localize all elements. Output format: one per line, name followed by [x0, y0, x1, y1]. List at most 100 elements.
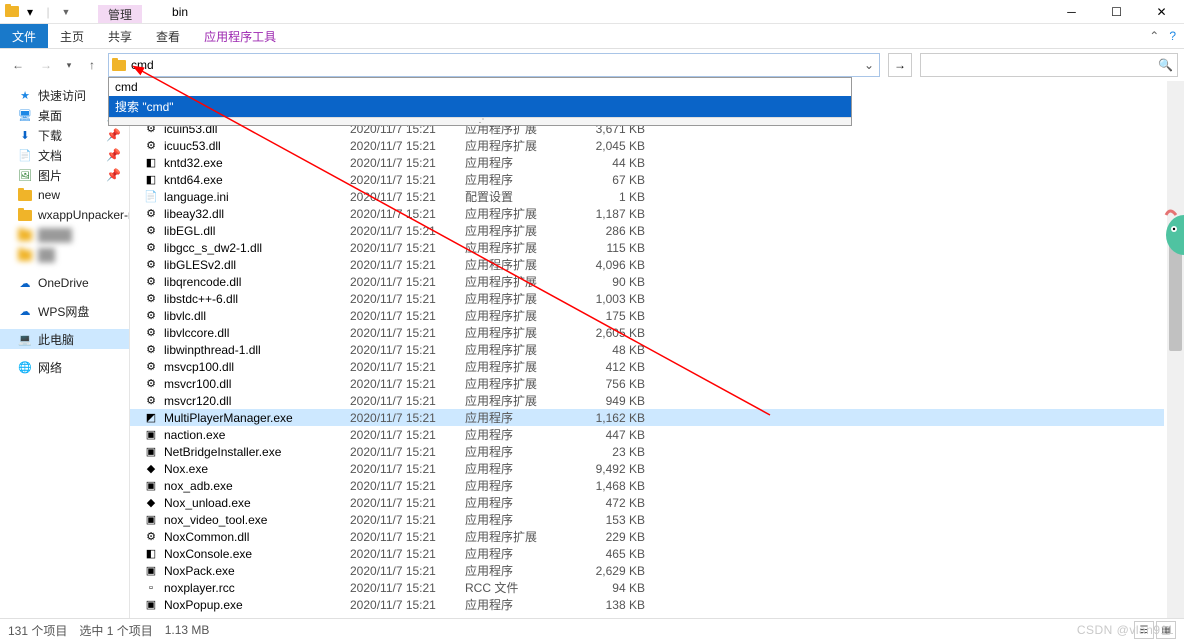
address-bar[interactable]: ⌄	[108, 53, 880, 77]
file-size: 1,187 KB	[575, 207, 645, 221]
file-row[interactable]: ◧kntd32.exe2020/11/7 15:21应用程序44 KB	[130, 154, 1164, 171]
address-suggestion[interactable]: cmd	[109, 78, 851, 96]
document-icon: 📄	[18, 148, 32, 162]
file-date: 2020/11/7 15:21	[350, 598, 465, 612]
file-type: 应用程序	[465, 443, 575, 460]
minimize-button[interactable]: ─	[1049, 0, 1094, 24]
file-icon: ◆	[142, 496, 160, 509]
file-date: 2020/11/7 15:21	[350, 462, 465, 476]
sidebar-onedrive[interactable]: ☁OneDrive	[0, 273, 129, 293]
maximize-button[interactable]: ☐	[1094, 0, 1139, 24]
file-row[interactable]: ▣NoxPack.exe2020/11/7 15:21应用程序2,629 KB	[130, 562, 1164, 579]
sidebar-this-pc[interactable]: 💻此电脑	[0, 329, 129, 349]
file-row[interactable]: ⚙libstdc++-6.dll2020/11/7 15:21应用程序扩展1,0…	[130, 290, 1164, 307]
sidebar-wps[interactable]: ☁WPS网盘	[0, 301, 129, 321]
address-suggestion-selected[interactable]: 搜索 "cmd"	[109, 96, 851, 117]
file-row[interactable]: ⚙libvlccore.dll2020/11/7 15:21应用程序扩展2,60…	[130, 324, 1164, 341]
file-icon: ⚙	[142, 326, 160, 339]
sidebar-network[interactable]: 🌐网络	[0, 357, 129, 377]
file-row[interactable]: ⚙libEGL.dll2020/11/7 15:21应用程序扩展286 KB	[130, 222, 1164, 239]
file-row[interactable]: ◧NoxConsole.exe2020/11/7 15:21应用程序465 KB	[130, 545, 1164, 562]
close-button[interactable]: ✕	[1139, 0, 1184, 24]
qat-overflow-icon[interactable]: ▼	[58, 4, 74, 20]
file-row[interactable]: ⚙libvlc.dll2020/11/7 15:21应用程序扩展175 KB	[130, 307, 1164, 324]
file-size: 153 KB	[575, 513, 645, 527]
file-date: 2020/11/7 15:21	[350, 224, 465, 238]
file-date: 2020/11/7 15:21	[350, 275, 465, 289]
file-row[interactable]: ⚙libgcc_s_dw2-1.dll2020/11/7 15:21应用程序扩展…	[130, 239, 1164, 256]
sidebar-documents[interactable]: 📄文档📌	[0, 145, 129, 165]
network-icon: 🌐	[18, 360, 32, 374]
share-tab[interactable]: 共享	[96, 24, 144, 48]
sidebar-label: 桌面	[38, 107, 62, 124]
file-size: 48 KB	[575, 343, 645, 357]
file-row[interactable]: ⚙msvcr100.dll2020/11/7 15:21应用程序扩展756 KB	[130, 375, 1164, 392]
address-dropdown-icon[interactable]: ⌄	[859, 58, 879, 72]
scrollbar[interactable]	[1167, 81, 1184, 618]
file-row[interactable]: ▣NetBridgeInstaller.exe2020/11/7 15:21应用…	[130, 443, 1164, 460]
qat-down-icon[interactable]: ▾	[22, 4, 38, 20]
file-row[interactable]: ◩MultiPlayerManager.exe2020/11/7 15:21应用…	[130, 409, 1164, 426]
file-row[interactable]: ▣NoxPopup.exe2020/11/7 15:21应用程序138 KB	[130, 596, 1164, 613]
pc-icon: 💻	[18, 332, 32, 346]
context-tab[interactable]: 管理	[98, 5, 142, 23]
pin-icon: 📌	[106, 168, 121, 182]
sidebar-label: 图片	[38, 167, 62, 184]
file-row[interactable]: ⚙libwinpthread-1.dll2020/11/7 15:21应用程序扩…	[130, 341, 1164, 358]
file-row[interactable]: ▣nox_video_tool.exe2020/11/7 15:21应用程序15…	[130, 511, 1164, 528]
view-tab[interactable]: 查看	[144, 24, 192, 48]
home-tab[interactable]: 主页	[48, 24, 96, 48]
file-icon: ◧	[142, 547, 160, 560]
file-row[interactable]: ⚙libGLESv2.dll2020/11/7 15:21应用程序扩展4,096…	[130, 256, 1164, 273]
file-row[interactable]: 📄language.ini2020/11/7 15:21配置设置1 KB	[130, 188, 1164, 205]
file-type: 应用程序	[465, 562, 575, 579]
file-tab[interactable]: 文件	[0, 24, 48, 48]
dropdown-resize-grip[interactable]: ⋰	[109, 117, 851, 125]
address-input[interactable]	[129, 58, 859, 72]
file-type: 应用程序扩展	[465, 307, 575, 324]
search-box[interactable]: 🔍	[920, 53, 1178, 77]
file-row[interactable]: ⚙libeay32.dll2020/11/7 15:21应用程序扩展1,187 …	[130, 205, 1164, 222]
file-size: 4,096 KB	[575, 258, 645, 272]
sidebar-folder-new[interactable]: new	[0, 185, 129, 205]
file-row[interactable]: ⚙NoxCommon.dll2020/11/7 15:21应用程序扩展229 K…	[130, 528, 1164, 545]
file-name: Nox_unload.exe	[160, 496, 350, 510]
file-row[interactable]: ⚙libqrencode.dll2020/11/7 15:21应用程序扩展90 …	[130, 273, 1164, 290]
file-date: 2020/11/7 15:21	[350, 530, 465, 544]
cloud-icon: ☁	[18, 304, 32, 318]
go-button[interactable]: →	[888, 53, 912, 77]
sidebar-downloads[interactable]: ⬇下载📌	[0, 125, 129, 145]
file-icon: ⚙	[142, 292, 160, 305]
recent-button[interactable]: ▾	[62, 53, 76, 77]
file-name: nox_adb.exe	[160, 479, 350, 493]
file-name: NoxCommon.dll	[160, 530, 350, 544]
file-type: 应用程序	[465, 171, 575, 188]
search-icon[interactable]: 🔍	[1158, 58, 1173, 72]
file-row[interactable]: ⚙msvcr120.dll2020/11/7 15:21应用程序扩展949 KB	[130, 392, 1164, 409]
forward-button[interactable]: →	[34, 53, 58, 77]
file-icon: ◧	[142, 156, 160, 169]
file-date: 2020/11/7 15:21	[350, 564, 465, 578]
file-icon: ⚙	[142, 224, 160, 237]
back-button[interactable]: ←	[6, 53, 30, 77]
file-row[interactable]: ▣naction.exe2020/11/7 15:21应用程序447 KB	[130, 426, 1164, 443]
file-date: 2020/11/7 15:21	[350, 547, 465, 561]
up-button[interactable]: ↑	[80, 53, 104, 77]
sidebar-pictures[interactable]: 🖼图片📌	[0, 165, 129, 185]
file-row[interactable]: ◧kntd64.exe2020/11/7 15:21应用程序67 KB	[130, 171, 1164, 188]
file-size: 1,468 KB	[575, 479, 645, 493]
file-name: libqrencode.dll	[160, 275, 350, 289]
sidebar-blurred: ██	[0, 245, 129, 265]
app-tools-tab[interactable]: 应用程序工具	[192, 24, 288, 48]
file-date: 2020/11/7 15:21	[350, 513, 465, 527]
file-size: 67 KB	[575, 173, 645, 187]
file-row[interactable]: ▣nox_adb.exe2020/11/7 15:21应用程序1,468 KB	[130, 477, 1164, 494]
ribbon-expand-icon[interactable]: ⌃	[1149, 29, 1159, 43]
ribbon-help-icon[interactable]: ?	[1169, 29, 1176, 43]
file-row[interactable]: ◆Nox.exe2020/11/7 15:21应用程序9,492 KB	[130, 460, 1164, 477]
file-row[interactable]: ⚙msvcp100.dll2020/11/7 15:21应用程序扩展412 KB	[130, 358, 1164, 375]
file-row[interactable]: ⚙icuuc53.dll2020/11/7 15:21应用程序扩展2,045 K…	[130, 137, 1164, 154]
sidebar-folder-wx[interactable]: wxappUnpacker-m	[0, 205, 129, 225]
file-row[interactable]: ▫noxplayer.rcc2020/11/7 15:21RCC 文件94 KB	[130, 579, 1164, 596]
file-row[interactable]: ◆Nox_unload.exe2020/11/7 15:21应用程序472 KB	[130, 494, 1164, 511]
